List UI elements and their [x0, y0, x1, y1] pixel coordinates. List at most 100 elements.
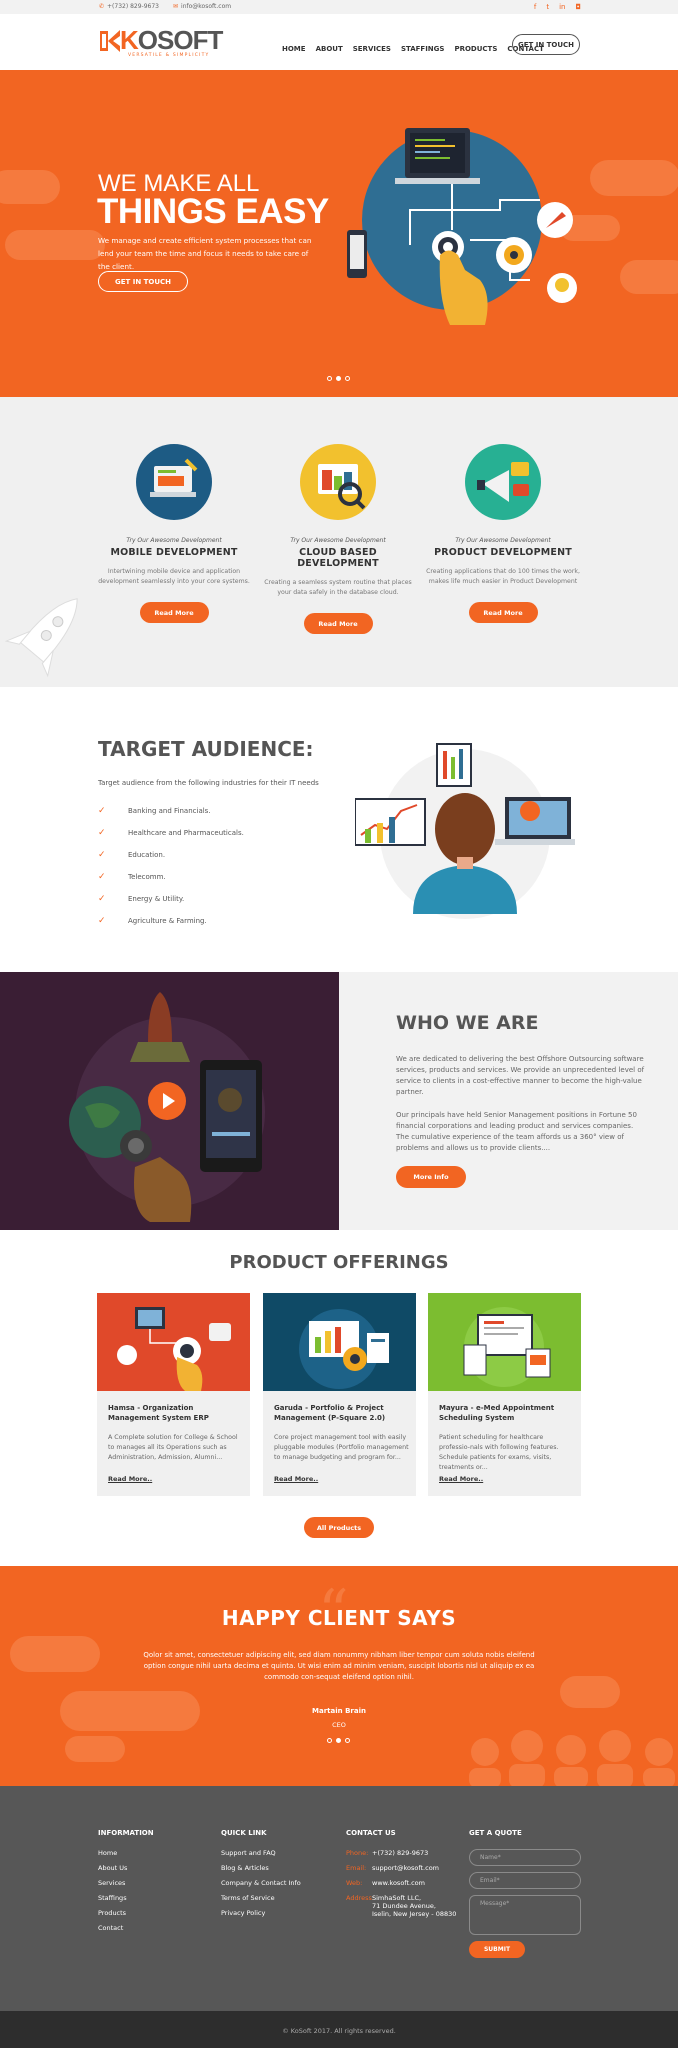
contact-phone: Phone: +(732) 829-9673 — [346, 1849, 456, 1864]
footer-link[interactable]: Contact — [98, 1924, 154, 1939]
product-card-title: Hamsa - Organization Management System E… — [108, 1404, 209, 1422]
nav-staffings[interactable]: STAFFINGS — [401, 40, 445, 53]
slider-dot[interactable] — [345, 1738, 350, 1743]
get-in-touch-button[interactable]: GET IN TOUCH — [512, 34, 580, 55]
footer-contact: CONTACT US Phone: +(732) 829-9673 Email: s… — [346, 1829, 456, 1918]
email-field[interactable]: Email* — [469, 1872, 581, 1889]
product-card-garuda[interactable]: Garuda - Portfolio & Project Management … — [263, 1293, 416, 1496]
service-title: CLOUD BASED DEVELOPMENT — [297, 547, 379, 569]
mail-icon: ✉ — [173, 3, 179, 10]
check-icon: ✓ — [98, 806, 106, 816]
product-card-hamsa[interactable]: Hamsa - Organization Management System E… — [97, 1293, 250, 1496]
all-products-button[interactable]: All Products — [304, 1517, 374, 1538]
name-field[interactable]: Name* — [469, 1849, 581, 1866]
footer-link[interactable]: Company & Contact Info — [221, 1879, 301, 1894]
cloud-decor — [10, 1636, 100, 1672]
video-play-button[interactable] — [148, 1082, 186, 1120]
footer-quick-links: QUICK LINK Support and FAQ Blog & Articl… — [221, 1829, 301, 1924]
footer-heading: GET A QUOTE — [469, 1829, 522, 1837]
submit-button[interactable]: SUBMIT — [469, 1941, 525, 1958]
product-image — [97, 1293, 250, 1391]
contact-value[interactable]: support@kosoft.com — [372, 1864, 439, 1879]
product-read-more-link[interactable]: Read More.. — [439, 1475, 483, 1483]
header: KOSOFT VERSATILE & SIMPLICITY HOME ABOUT… — [0, 14, 678, 70]
nav-about[interactable]: ABOUT — [316, 40, 343, 53]
cloud-dev-icon — [300, 444, 376, 520]
twitter-icon[interactable]: t — [546, 3, 549, 11]
product-card-text: Core project management tool with easily… — [274, 1434, 409, 1461]
logo-name: KOSOFT — [120, 25, 224, 55]
logo[interactable]: KOSOFT VERSATILE & SIMPLICITY — [98, 25, 224, 58]
target-audience-section: TARGET AUDIENCE: Target audience from th… — [0, 687, 678, 972]
slider-dot[interactable] — [345, 376, 350, 381]
list-item: ✓ Telecomm. — [98, 866, 244, 888]
logo-mark-icon — [98, 28, 120, 52]
list-item-text: Healthcare and Pharmaceuticals. — [128, 829, 244, 837]
footer-information: INFORMATION Home About Us Services Staff… — [98, 1829, 154, 1939]
footer-link[interactable]: Home — [98, 1849, 154, 1864]
list-item-text: Energy & Utility. — [128, 895, 185, 903]
slider-dot-active[interactable] — [336, 376, 341, 381]
testimonial-dots — [327, 1738, 350, 1743]
cloud-decor — [5, 230, 105, 260]
nav-home[interactable]: HOME — [282, 40, 306, 53]
testimonial-title: HAPPY CLIENT SAYS — [221, 1606, 457, 1630]
nav-products[interactable]: PRODUCTS — [454, 40, 497, 53]
check-icon: ✓ — [98, 850, 106, 860]
cloud-decor — [590, 160, 678, 196]
who-paragraph-1: We are dedicated to delivering the best … — [396, 1055, 645, 1096]
logo-tagline: VERSATILE & SIMPLICITY — [128, 53, 210, 58]
hero-illustration — [347, 128, 577, 325]
read-more-button[interactable]: Read More — [303, 613, 373, 634]
footer-link[interactable]: Support and FAQ — [221, 1849, 301, 1864]
product-read-more-link[interactable]: Read More.. — [274, 1475, 318, 1483]
slider-dot-active[interactable] — [336, 1738, 341, 1743]
email-contact[interactable]: ✉ info@kosoft.com — [173, 3, 231, 10]
footer-link[interactable]: Services — [98, 1879, 154, 1894]
slider-dot[interactable] — [327, 1738, 332, 1743]
footer-link[interactable]: Terms of Service — [221, 1894, 301, 1909]
contact-value[interactable]: www.kosoft.com — [372, 1879, 425, 1894]
message-field[interactable]: Message* — [469, 1895, 581, 1935]
email-text: info@kosoft.com — [181, 3, 232, 10]
cloud-decor — [620, 260, 678, 294]
read-more-button[interactable]: Read More — [139, 602, 209, 623]
phone-text: +(732) 829-9673 — [107, 3, 159, 10]
product-card-title: Garuda - Portfolio & Project Management … — [274, 1404, 386, 1422]
linkedin-icon[interactable]: in — [559, 3, 565, 11]
contact-value[interactable]: +(732) 829-9673 — [372, 1849, 428, 1864]
mobile-dev-icon — [136, 444, 212, 520]
service-mobile: Try Our Awesome Development MOBILE DEVEL… — [94, 444, 254, 623]
products-title: PRODUCT OFFERINGS — [229, 1252, 449, 1273]
footer-link[interactable]: Privacy Policy — [221, 1909, 301, 1924]
nav-services[interactable]: SERVICES — [353, 40, 391, 53]
product-offerings-section: PRODUCT OFFERINGS Hamsa - Organization M… — [0, 1230, 678, 1566]
play-icon — [163, 1093, 175, 1109]
instagram-icon[interactable]: ◘ — [575, 3, 581, 11]
slider-dot[interactable] — [327, 376, 332, 381]
footer-heading: CONTACT US — [346, 1829, 396, 1837]
service-pre: Try Our Awesome Development — [455, 537, 551, 544]
contact-address: Address: SimhaSoft LLC, 71 Dundee Avenue, I… — [346, 1894, 456, 1918]
hero-get-in-touch-button[interactable]: GET IN TOUCH — [98, 271, 188, 292]
product-card-mayura[interactable]: Mayura - e-Med Appointment Scheduling Sy… — [428, 1293, 581, 1496]
footer-link[interactable]: Staffings — [98, 1894, 154, 1909]
list-item: ✓ Agriculture & Farming. — [98, 910, 244, 932]
contact-key: Email: — [346, 1864, 367, 1872]
hero-slider-dots — [327, 376, 350, 381]
footer-link[interactable]: Blog & Articles — [221, 1864, 301, 1879]
product-image — [428, 1293, 581, 1391]
product-card-title: Mayura - e-Med Appointment Scheduling Sy… — [439, 1404, 555, 1422]
logo-rest: OSOFT — [137, 25, 224, 55]
more-info-button[interactable]: More Info — [396, 1166, 466, 1188]
contact-web: Web: www.kosoft.com — [346, 1879, 456, 1894]
contact-key: Web: — [346, 1879, 363, 1887]
product-read-more-link[interactable]: Read More.. — [108, 1475, 152, 1483]
footer-heading: QUICK LINK — [221, 1829, 267, 1837]
top-bar: ✆ +(732) 829-9673 ✉ info@kosoft.com f t in… — [0, 0, 678, 14]
phone-contact[interactable]: ✆ +(732) 829-9673 — [99, 3, 159, 10]
footer-link[interactable]: About Us — [98, 1864, 154, 1879]
footer-link[interactable]: Products — [98, 1909, 154, 1924]
read-more-button[interactable]: Read More — [468, 602, 538, 623]
facebook-icon[interactable]: f — [534, 3, 536, 11]
